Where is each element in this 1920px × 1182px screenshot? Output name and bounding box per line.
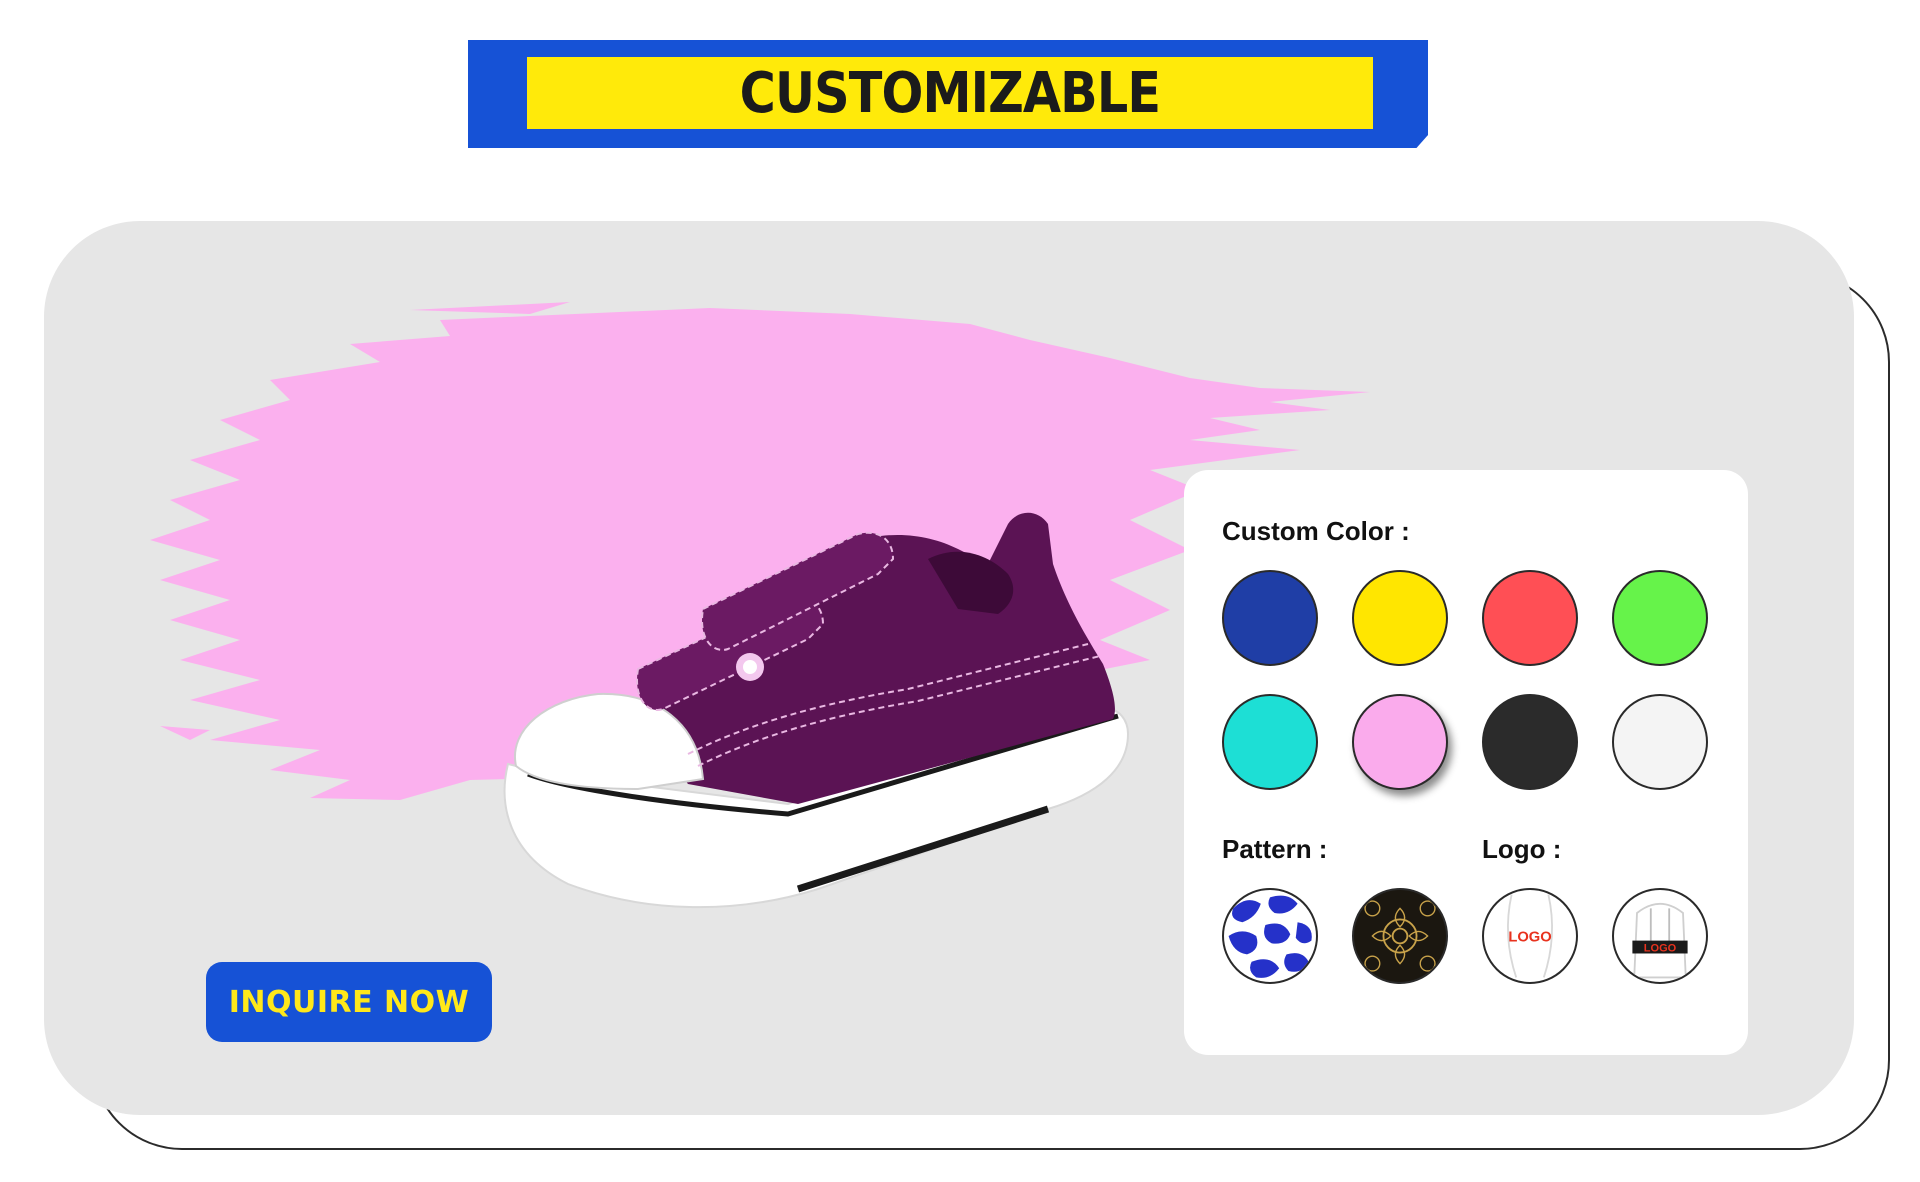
logo-label: Logo : — [1482, 834, 1562, 864]
pattern-black-gold-icon[interactable] — [1352, 888, 1448, 984]
logo-heel-icon[interactable]: LOGO — [1482, 888, 1578, 984]
color-swatch-blue[interactable] — [1222, 570, 1318, 666]
color-swatch-black[interactable] — [1482, 694, 1578, 790]
custom-color-label: Custom Color : — [1222, 516, 1410, 546]
logo-strap-text: LOGO — [1644, 943, 1677, 955]
color-swatch-green[interactable] — [1612, 570, 1708, 666]
color-swatch-yellow[interactable] — [1352, 570, 1448, 666]
pattern-label: Pattern : — [1222, 834, 1328, 864]
customization-panel: Custom Color : Pattern : Logo : LOGO LOG… — [1184, 470, 1748, 1055]
logo-strap-icon[interactable]: LOGO — [1612, 888, 1708, 984]
pattern-blue-camo-icon[interactable] — [1222, 888, 1318, 984]
title-banner-inner: CUSTOMIZABLE — [527, 57, 1373, 129]
color-swatch-white[interactable] — [1612, 694, 1708, 790]
shoe-image — [503, 512, 1130, 909]
title-banner: CUSTOMIZABLE — [468, 40, 1428, 148]
color-swatch-cyan[interactable] — [1222, 694, 1318, 790]
inquire-now-button[interactable]: INQUIRE NOW — [206, 962, 492, 1042]
page-title: CUSTOMIZABLE — [739, 60, 1161, 126]
color-swatch-pink[interactable] — [1352, 694, 1448, 790]
logo-heel-text: LOGO — [1508, 930, 1551, 946]
color-swatch-red[interactable] — [1482, 570, 1578, 666]
